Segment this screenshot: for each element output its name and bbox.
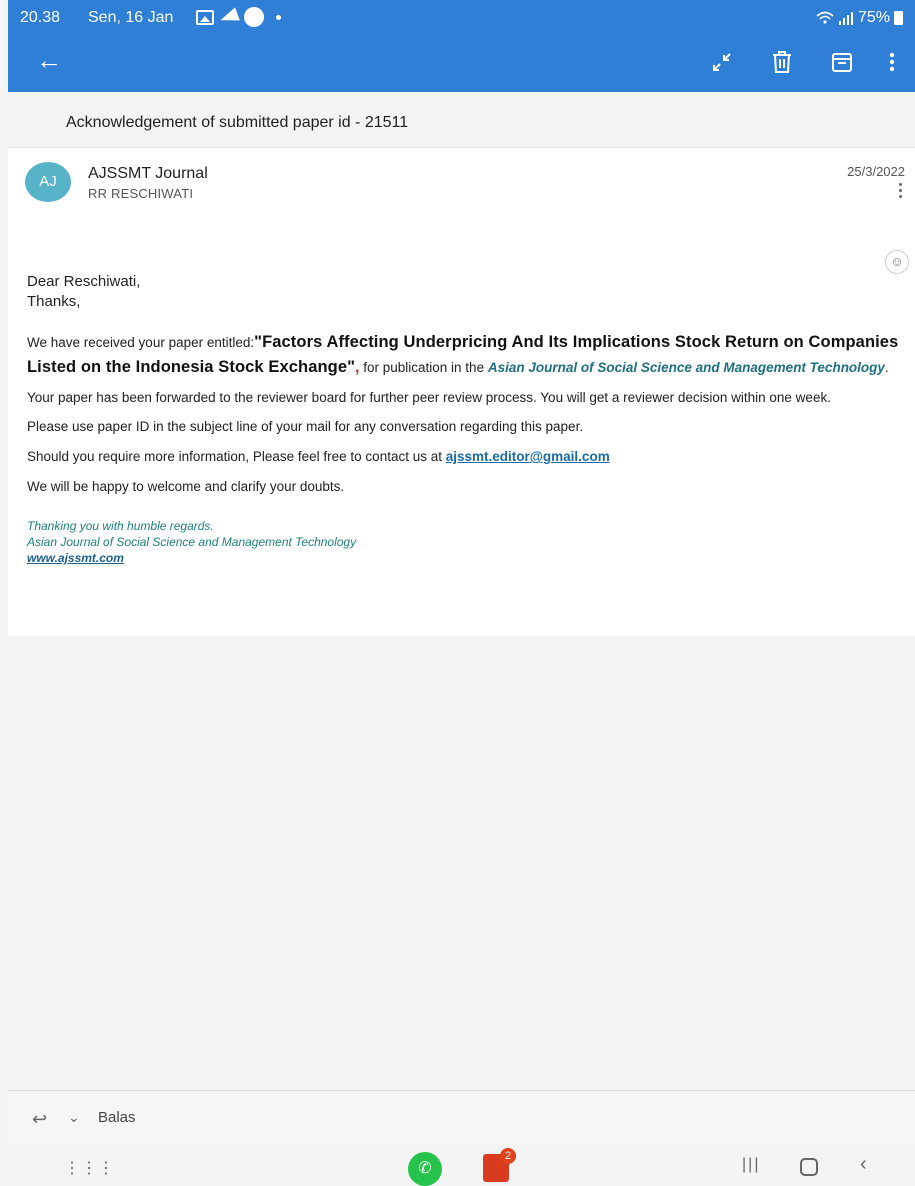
received-prefix: We have received your paper entitled: [27,335,255,350]
email-card: AJ AJSSMT Journal RR RESCHIWATI 25/3/202… [8,148,915,636]
status-notification-icons [196,7,281,27]
contact-email-link[interactable]: ajssmt.editor@gmail.com [446,449,610,464]
paper-id-paragraph: Please use paper ID in the subject line … [27,419,584,434]
whatsapp-icon[interactable]: ✆ [408,1152,442,1186]
signature-line-1: Thanking you with humble regards. [27,519,214,533]
app-header: 20.38 Sen, 16 Jan 75% ← [8,0,915,92]
journal-period: . [884,360,889,375]
email-body: Dear Reschiwati, Thanks, We have receive… [27,272,909,566]
thanks-line: Thanks, [27,293,81,310]
journal-name: Asian Journal of Social Science and Mana… [487,360,885,375]
avatar[interactable]: AJ [25,162,71,202]
recent-apps-icon[interactable]: ||| [742,1156,760,1174]
status-date: Sen, 16 Jan [88,9,174,26]
reply-icon[interactable]: ↩ [32,1109,47,1130]
circle-icon [244,7,264,27]
subject-bar: Acknowledgement of submitted paper id - … [8,92,915,148]
app-drawer-icon[interactable]: ⋮⋮⋮ [64,1158,115,1178]
forwarded-paragraph: Your paper has been forwarded to the rev… [27,390,831,405]
system-nav-bar: ⋮⋮⋮ ✆ 2 ||| ‹ [0,1146,915,1186]
back-button[interactable]: ← [36,44,68,76]
email-date: 25/3/2022 [847,164,905,179]
trash-icon[interactable] [766,46,798,78]
office-notification-badge: 2 [500,1148,516,1164]
message-more-icon[interactable] [899,183,903,199]
greeting: Dear Reschiwati, [27,273,141,290]
status-system-icons: 75% [816,9,903,27]
received-paragraph: We have received your paper entitled:"Fa… [27,330,909,380]
contact-prefix: Should you require more information, Ple… [27,449,446,464]
signature-line-2: Asian Journal of Social Science and Mana… [27,535,357,549]
publication-prefix: for publication in the [359,360,488,375]
contact-paragraph: Should you require more information, Ple… [27,448,909,466]
email-subject: Acknowledgement of submitted paper id - … [66,114,409,131]
signal-icon [838,12,853,25]
more-icon[interactable] [876,46,908,78]
email-screen: 20.38 Sen, 16 Jan 75% ← Acknowledgement … [0,0,915,1186]
collapse-icon[interactable] [706,46,738,78]
reply-button[interactable]: Balas [98,1109,136,1126]
archive-icon[interactable] [826,46,858,78]
emoji-reaction-icon[interactable]: ☺ [885,250,909,274]
gallery-icon [196,9,214,25]
website-link[interactable]: www.ajssmt.com [27,550,909,566]
battery-icon [894,11,903,25]
nav-back-icon[interactable]: ‹ [860,1153,867,1176]
sender-name[interactable]: AJSSMT Journal [88,165,208,183]
reply-bar: ↩ ⌄ Balas [8,1090,915,1146]
home-icon[interactable] [800,1158,818,1176]
wifi-icon [816,11,834,24]
status-bar: 20.38 Sen, 16 Jan 75% [8,0,915,40]
chevron-down-icon[interactable]: ⌄ [68,1109,80,1126]
battery-level: 75% [857,9,890,26]
welcome-paragraph: We will be happy to welcome and clarify … [27,479,345,494]
signature: Thanking you with humble regards. Asian … [27,518,909,566]
status-time: 20.38 [20,9,61,26]
dot-icon [276,14,281,20]
recipient-name: RR RESCHIWATI [88,186,194,201]
telegram-icon [218,7,240,27]
